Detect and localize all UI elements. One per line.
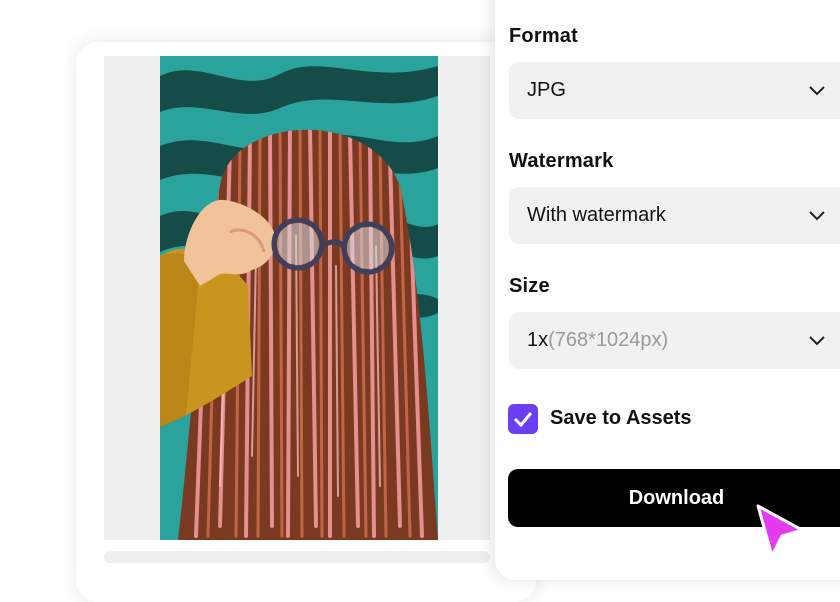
size-dropdown[interactable]: 1x (768*1024px)	[509, 312, 840, 369]
save-to-assets-checkbox[interactable]	[508, 404, 538, 434]
save-to-assets-label: Save to Assets	[550, 407, 692, 429]
watermark-label: Watermark	[509, 150, 614, 172]
size-dimensions: (768*1024px)	[548, 329, 669, 351]
pointer-cursor-icon	[756, 504, 804, 558]
format-selected-value: JPG	[527, 79, 566, 101]
watermark-dropdown[interactable]: With watermark	[509, 187, 840, 244]
format-dropdown[interactable]: JPG	[509, 62, 840, 119]
preview-bottom-bar	[104, 551, 490, 563]
size-label: Size	[509, 275, 550, 297]
format-label: Format	[509, 25, 578, 47]
watermark-selected-value: With watermark	[527, 204, 666, 226]
size-scale-value: 1x	[527, 329, 549, 351]
chevron-down-icon	[809, 211, 825, 221]
check-icon	[513, 412, 533, 428]
chevron-down-icon	[809, 86, 825, 96]
chevron-down-icon	[809, 336, 825, 346]
preview-image	[160, 56, 438, 540]
